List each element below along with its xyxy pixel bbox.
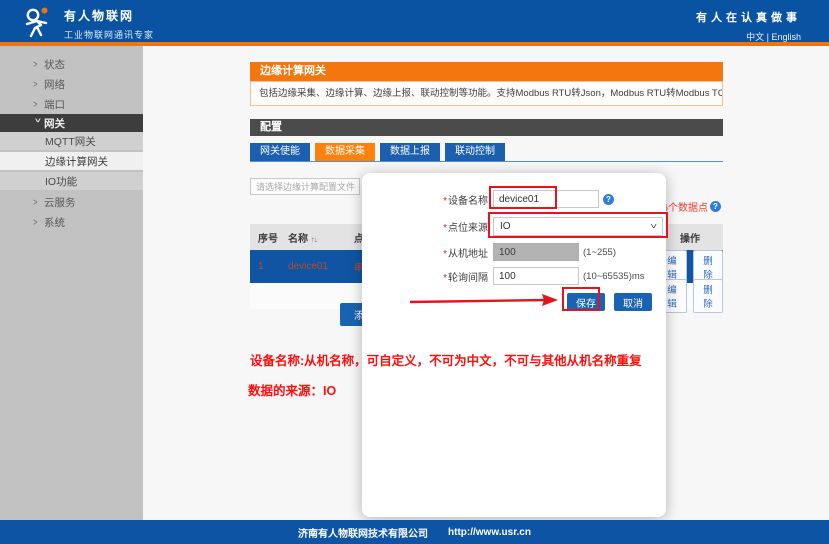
annotation-note-device-name: 设备名称:从机名称，可自定义，不可为中文，不可与其他从机名称重复	[250, 354, 642, 368]
sort-icon[interactable]: ↑↓	[311, 235, 318, 244]
poll-interval-hint: (10~65535)ms	[583, 270, 645, 282]
tab-data-report[interactable]: 数据上报	[380, 143, 440, 161]
chevron-right-icon: >	[33, 216, 38, 228]
device-name-label: 设备名称	[448, 195, 488, 207]
sidebar-item-status[interactable]: > 状态	[0, 54, 143, 74]
annotation-box-save	[562, 287, 600, 311]
annotation-box-device-name	[489, 186, 557, 209]
tab-bar: 网关使能 数据采集 数据上报 联动控制	[250, 143, 505, 161]
info-icon[interactable]: ?	[603, 193, 614, 205]
chevron-right-icon: >	[33, 196, 38, 208]
sidebar-item-edge-gateway[interactable]: 边缘计算网关	[0, 152, 143, 170]
footer-company: 济南有人物联网技术有限公司	[298, 528, 429, 540]
chevron-right-icon: >	[33, 78, 38, 90]
annotation-note-data-source: 数据的来源：IO	[248, 384, 337, 398]
point-source-label: 点位来源	[448, 222, 488, 234]
slave-address-field	[493, 243, 579, 261]
section-title: 配置	[250, 119, 723, 136]
col-index: 序号	[258, 233, 278, 245]
chevron-down-icon: >	[32, 118, 44, 123]
tab-underline	[250, 161, 723, 162]
brand-slogan: 工业物联网通讯专家	[64, 30, 155, 40]
delete-button[interactable]: 删除	[693, 279, 723, 313]
slave-address-row: *从机地址 (1~255)	[362, 242, 666, 262]
chevron-right-icon: >	[33, 98, 38, 110]
page-title: 边缘计算网关	[250, 62, 723, 81]
tab-data-collection[interactable]: 数据采集	[315, 143, 375, 161]
tab-gateway-enable[interactable]: 网关使能	[250, 143, 310, 161]
config-file-input[interactable]	[250, 178, 360, 195]
sidebar-item-cloud-service[interactable]: > 云服务	[0, 192, 143, 212]
annotation-box-point-source	[488, 212, 668, 238]
info-icon[interactable]: ?	[710, 201, 721, 212]
footer-bar: 济南有人物联网技术有限公司 http://www.usr.cn	[0, 520, 829, 544]
sidebar-nav: > 状态 > 网络 > 端口 > 网关 MQTT网关 边缘计算网关 IO功能 >…	[0, 46, 143, 520]
poll-interval-label: 轮询间隔	[448, 272, 488, 284]
tab-linkage-control[interactable]: 联动控制	[445, 143, 505, 161]
page-description: 包括边缘采集、边缘计算、边缘上报、联动控制等功能。支持Modbus RTU转Js…	[250, 81, 723, 106]
app-window: 有人物联网 工业物联网通讯专家 有人在认真做事 中文 | English > 状…	[0, 0, 829, 544]
chevron-right-icon: >	[33, 58, 38, 70]
sidebar-item-network[interactable]: > 网络	[0, 74, 143, 94]
usr-logo-icon	[25, 7, 48, 38]
poll-interval-field[interactable]	[493, 267, 579, 285]
sidebar-item-io-function[interactable]: IO功能	[0, 172, 143, 190]
annotation-arrow-icon	[409, 294, 558, 306]
footer-url[interactable]: http://www.usr.cn	[448, 527, 531, 538]
sidebar-item-port[interactable]: > 端口	[0, 94, 143, 114]
cancel-button[interactable]: 取消	[614, 293, 652, 311]
sidebar-item-system[interactable]: > 系统	[0, 212, 143, 232]
sidebar-item-gateway[interactable]: > 网关	[0, 114, 143, 132]
slave-address-hint: (1~255)	[583, 246, 617, 258]
col-name[interactable]: 名称 ↑↓	[288, 230, 354, 245]
sidebar-item-mqtt-gateway[interactable]: MQTT网关	[0, 132, 143, 150]
slave-address-label: 从机地址	[448, 248, 488, 260]
brand-name: 有人物联网	[64, 9, 135, 23]
poll-interval-row: *轮询间隔 (10~65535)ms	[362, 266, 666, 286]
